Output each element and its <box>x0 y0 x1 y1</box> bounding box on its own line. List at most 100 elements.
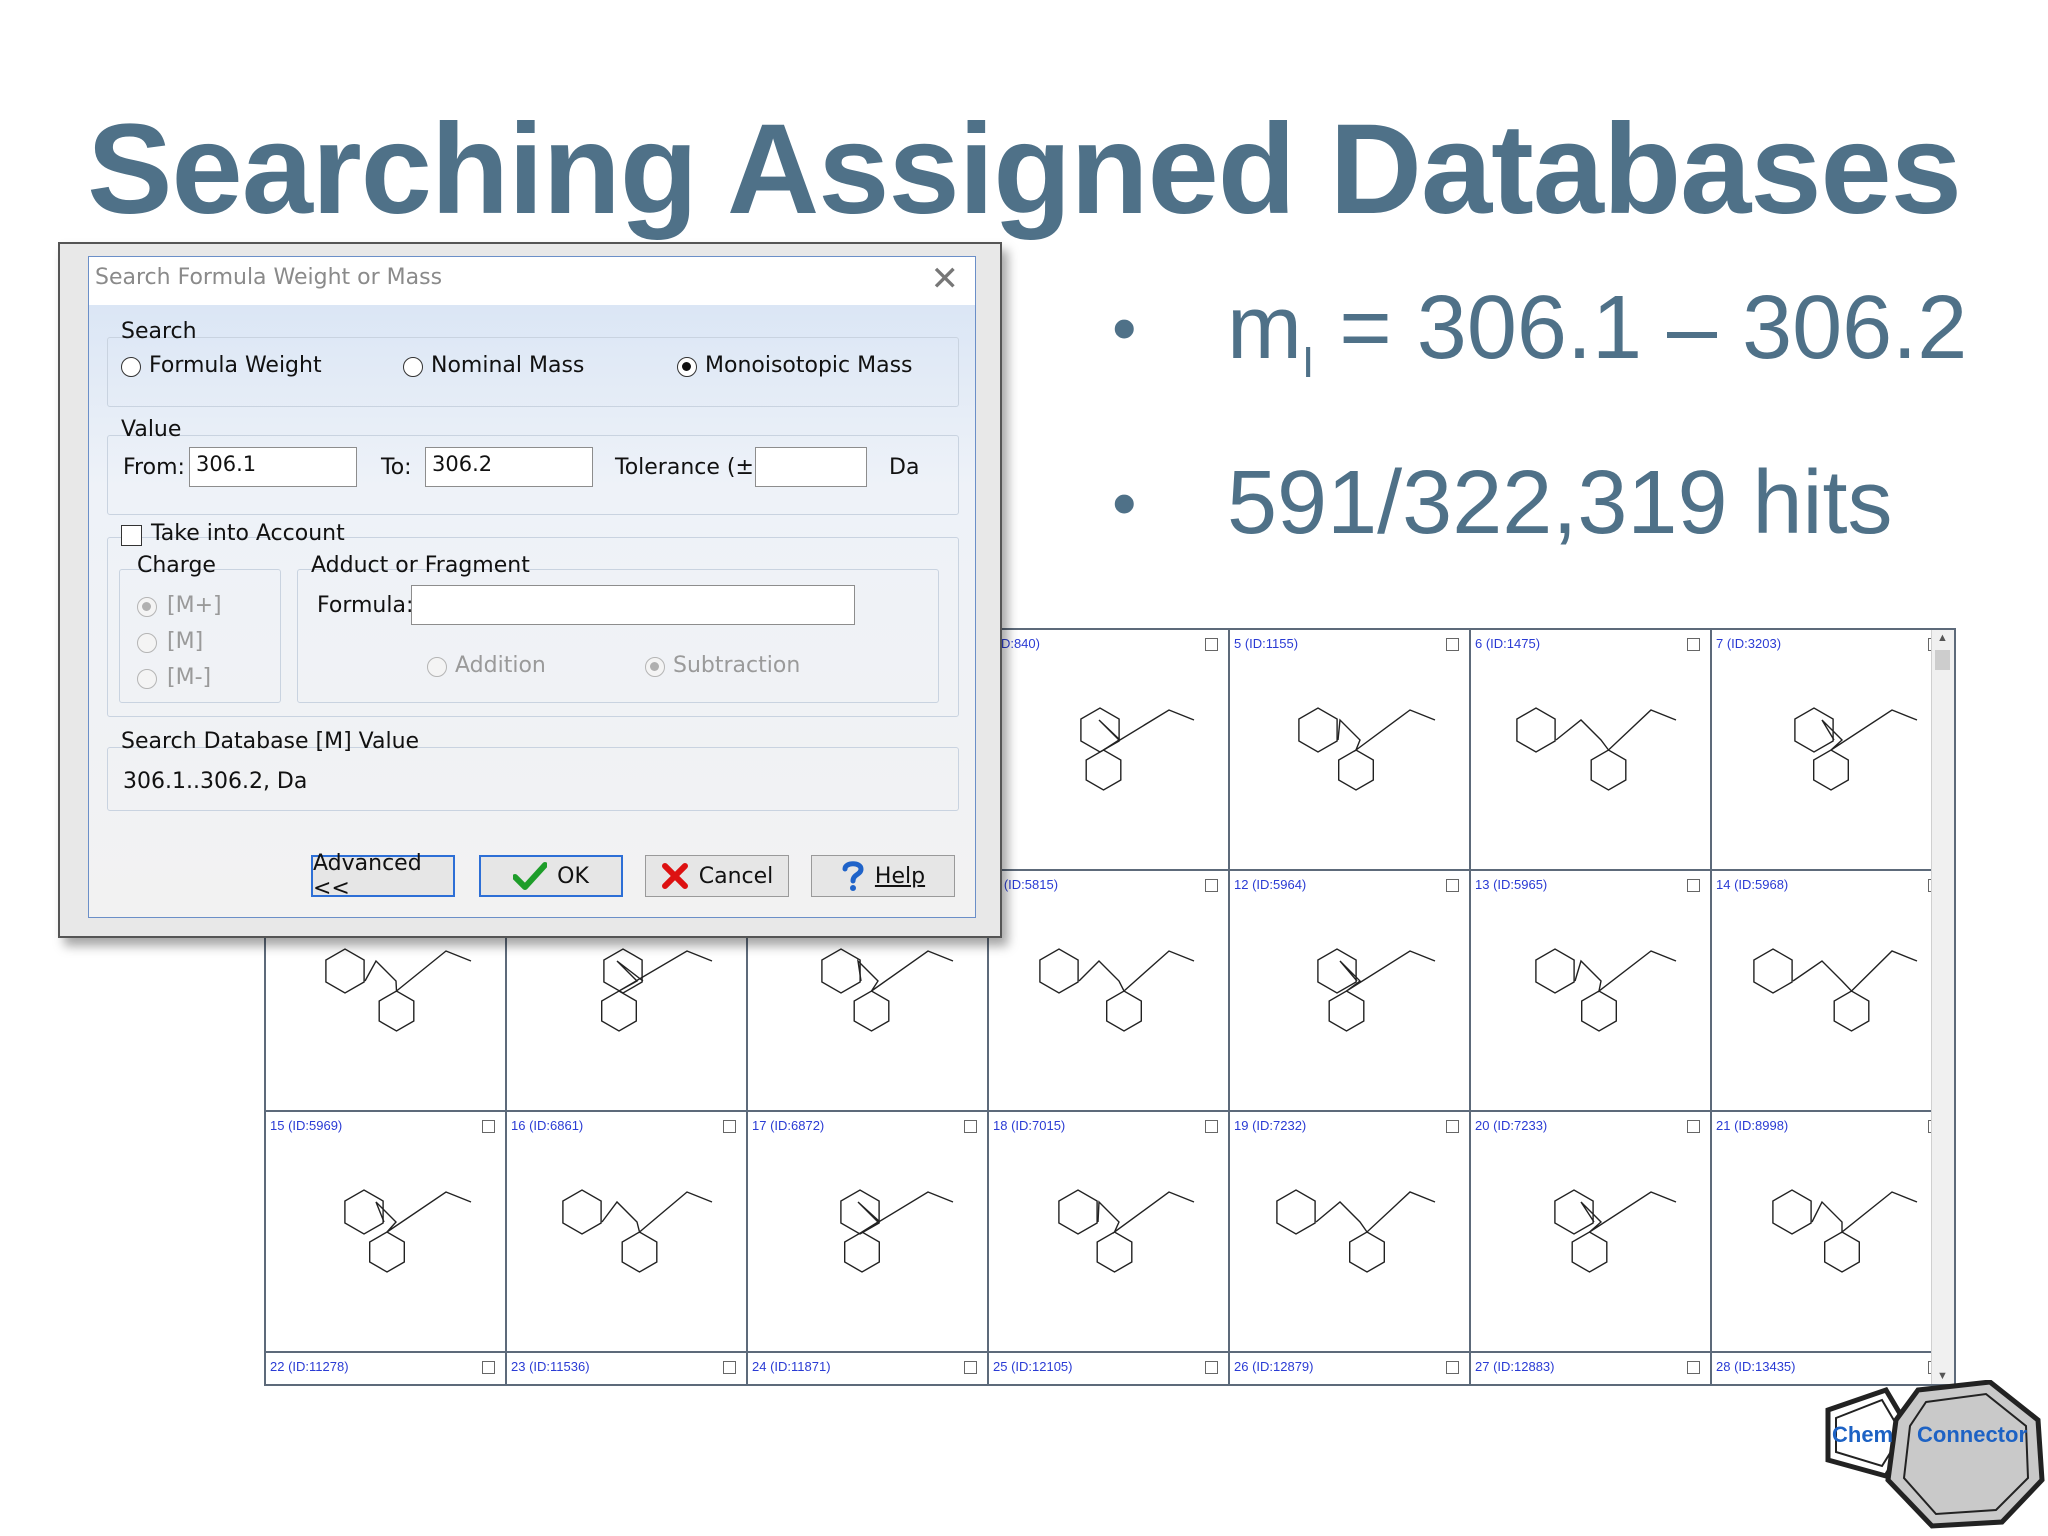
molecule-structure-icon <box>1794 707 1918 791</box>
label-nominal-mass: Nominal Mass <box>431 353 585 378</box>
bullet-rest: = 306.1 – 306.2 <box>1314 278 1968 378</box>
result-cell-caption: 25 (ID:12105) <box>993 1359 1073 1374</box>
result-cell[interactable]: 12 (ID:5964) <box>1230 871 1471 1112</box>
result-cell[interactable]: 6 (ID:1475) <box>1471 630 1712 871</box>
result-cell[interactable]: 25 (ID:12105) <box>989 1353 1230 1384</box>
result-cell[interactable]: 26 (ID:12879) <box>1230 1353 1471 1386</box>
cancel-button-label: Cancel <box>698 863 774 889</box>
adduct-group-label: Adduct or Fragment <box>311 553 530 578</box>
result-select-checkbox[interactable] <box>1446 1361 1459 1374</box>
slide-title: Searching Assigned Databases <box>87 98 1962 241</box>
result-select-checkbox[interactable] <box>1205 1361 1218 1374</box>
advanced-button[interactable]: Advanced << <box>311 851 455 901</box>
result-select-checkbox[interactable] <box>1205 879 1218 892</box>
radio-nominal-mass[interactable] <box>403 357 423 377</box>
to-input[interactable]: 306.2 <box>425 447 593 487</box>
radio-formula-weight[interactable] <box>121 357 141 377</box>
result-select-checkbox[interactable] <box>1205 638 1218 651</box>
result-cell[interactable]: (ID:840) <box>989 630 1230 871</box>
to-label: To: <box>381 455 412 480</box>
close-icon[interactable]: ✕ <box>931 259 960 299</box>
result-select-checkbox[interactable] <box>964 1361 977 1374</box>
result-select-checkbox[interactable] <box>1446 1120 1459 1133</box>
radio-charge-mplus[interactable] <box>137 597 157 617</box>
result-cell[interactable]: 27 (ID:12883) <box>1471 1353 1712 1384</box>
result-cell[interactable]: 23 (ID:11536) <box>507 1353 748 1386</box>
from-input[interactable]: 306.1 <box>189 447 357 487</box>
bullet-hits: • 591/322,319 hits <box>1112 433 1967 573</box>
result-cell[interactable]: 16 (ID:6861) <box>507 1112 748 1353</box>
result-select-checkbox[interactable] <box>482 1120 495 1133</box>
result-cell-caption: 24 (ID:11871) <box>752 1359 831 1374</box>
molecule-structure-icon <box>1554 1189 1677 1273</box>
result-select-checkbox[interactable] <box>723 1120 736 1133</box>
result-select-checkbox[interactable] <box>1205 1120 1218 1133</box>
result-cell[interactable]: 21 (ID:8998) <box>1712 1112 1953 1353</box>
result-cell-caption: 26 (ID:12879) <box>1234 1359 1314 1374</box>
radio-monoisotopic-mass[interactable] <box>677 357 697 377</box>
result-cell[interactable]: 5 (ID:1155) <box>1230 630 1471 871</box>
result-cell[interactable]: 18 (ID:7015) <box>989 1112 1230 1353</box>
result-select-checkbox[interactable] <box>723 1361 736 1374</box>
db-value-label: Search Database [M] Value <box>121 729 420 754</box>
label-addition: Addition <box>455 653 546 678</box>
charge-group-label: Charge <box>137 553 216 578</box>
dialog-title: Search Formula Weight or Mass <box>95 265 443 290</box>
result-select-checkbox[interactable] <box>482 1361 495 1374</box>
result-cell[interactable]: 14 (ID:5968) <box>1712 871 1953 1112</box>
molecule-structure-icon <box>344 1189 472 1273</box>
results-scrollbar[interactable]: ▲ ▼ <box>1931 630 1954 1384</box>
result-select-checkbox[interactable] <box>1687 1120 1700 1133</box>
help-button[interactable]: Help <box>811 855 955 897</box>
result-cell[interactable]: 19 (ID:7232) <box>1230 1112 1471 1353</box>
molecule-structure-icon <box>840 1189 954 1273</box>
radio-charge-m[interactable] <box>137 633 157 653</box>
label-formula-weight: Formula Weight <box>149 353 322 378</box>
molecule-structure-icon <box>527 1383 727 1386</box>
result-cell[interactable]: 1 (ID:5815) <box>989 871 1230 1112</box>
molecule-structure-icon <box>768 1383 968 1386</box>
result-select-checkbox[interactable] <box>1687 1361 1700 1374</box>
label-charge-mplus: [M+] <box>167 593 222 618</box>
result-cell[interactable]: 20 (ID:7233) <box>1471 1112 1712 1353</box>
scroll-up-icon[interactable]: ▲ <box>1937 632 1948 644</box>
bullet-dot: • <box>1112 464 1137 542</box>
molecule-structure-icon <box>1317 948 1436 1032</box>
red-x-icon <box>661 863 688 889</box>
result-select-checkbox[interactable] <box>1687 879 1700 892</box>
cancel-button[interactable]: Cancel <box>645 855 789 897</box>
result-cell-caption: 22 (ID:11278) <box>270 1359 349 1374</box>
result-cell-caption: 20 (ID:7233) <box>1475 1118 1548 1133</box>
result-cell[interactable]: 7 (ID:3203) <box>1712 630 1953 871</box>
db-value-text: 306.1..306.2, Da <box>123 769 308 794</box>
radio-addition[interactable] <box>427 657 447 677</box>
molecule-structure-icon <box>1250 1383 1450 1386</box>
result-cell[interactable]: 22 (ID:11278) <box>266 1353 507 1384</box>
radio-charge-mminus[interactable] <box>137 669 157 689</box>
tolerance-input[interactable] <box>755 447 867 487</box>
take-into-account-checkbox[interactable] <box>121 525 142 546</box>
logo-text-right: Connector <box>1917 1422 2027 1447</box>
help-button-label: Help <box>874 863 926 889</box>
molecule-structure-icon <box>1058 1189 1195 1273</box>
result-cell-caption: 23 (ID:11536) <box>511 1359 590 1374</box>
result-select-checkbox[interactable] <box>1446 638 1459 651</box>
result-cell-caption: 16 (ID:6861) <box>511 1118 584 1133</box>
result-cell-caption: 12 (ID:5964) <box>1234 877 1307 892</box>
scroll-thumb[interactable] <box>1935 650 1950 670</box>
result-select-checkbox[interactable] <box>1687 638 1700 651</box>
question-mark-icon <box>842 861 864 891</box>
result-cell-caption: 21 (ID:8998) <box>1716 1118 1789 1133</box>
ok-button[interactable]: OK <box>479 855 623 897</box>
radio-subtraction[interactable] <box>645 657 665 677</box>
result-cell[interactable]: 17 (ID:6872) <box>748 1112 989 1353</box>
result-cell[interactable]: 15 (ID:5969) <box>266 1112 507 1353</box>
result-cell[interactable]: 24 (ID:11871) <box>748 1353 989 1386</box>
result-select-checkbox[interactable] <box>1446 879 1459 892</box>
result-cell-caption: 5 (ID:1155) <box>1234 636 1299 651</box>
result-cell-caption: 28 (ID:13435) <box>1716 1359 1796 1374</box>
label-subtraction: Subtraction <box>673 653 801 678</box>
result-cell[interactable]: 13 (ID:5965) <box>1471 871 1712 1112</box>
adduct-formula-input[interactable] <box>411 585 855 625</box>
result-select-checkbox[interactable] <box>964 1120 977 1133</box>
